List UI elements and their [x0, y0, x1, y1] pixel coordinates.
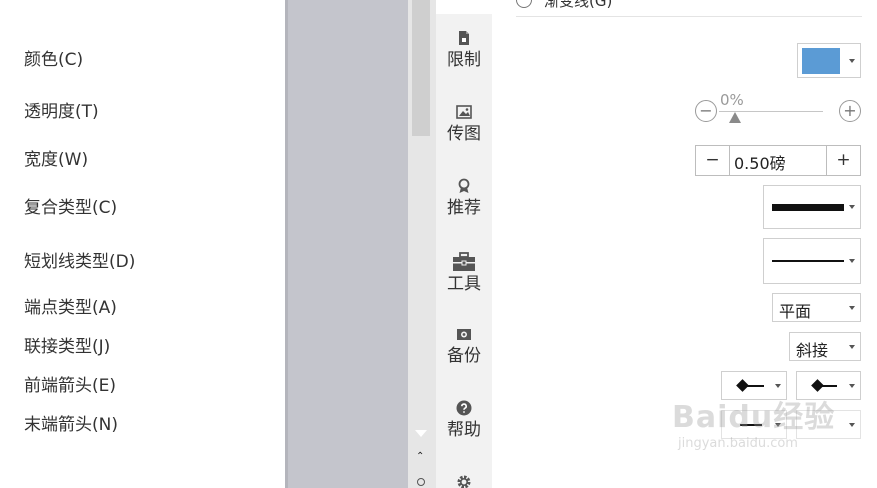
chevron-down-icon: [849, 58, 855, 63]
browse-object-icon[interactable]: [417, 478, 425, 486]
width-label: 宽度(W): [24, 150, 89, 170]
chevron-down-icon: [849, 422, 855, 427]
watermark: Baidu经验 jingyan.baidu.com: [672, 392, 835, 451]
dash-type-dropdown[interactable]: [763, 238, 861, 284]
arrow-line-preview: [742, 384, 764, 387]
tool-upload-image-label: 传图: [447, 124, 481, 144]
width-decrease-button[interactable]: −: [696, 146, 730, 175]
tool-restrict[interactable]: 限制: [436, 30, 492, 70]
tool-settings[interactable]: [436, 474, 492, 488]
scrollbar-thumb[interactable]: [412, 0, 430, 136]
tool-help[interactable]: 帮助: [436, 400, 492, 440]
tool-recommend[interactable]: 推荐: [436, 178, 492, 218]
width-value[interactable]: 0.50磅: [734, 150, 786, 174]
tool-upload-image[interactable]: 传图: [436, 104, 492, 144]
transparency-value: 0%: [720, 91, 744, 109]
chevron-down-icon: [849, 205, 855, 209]
vertical-scrollbar[interactable]: ⌃: [408, 0, 436, 488]
gear-icon: [457, 475, 471, 488]
chevron-down-icon: [849, 259, 855, 263]
chevron-down-icon: [775, 383, 781, 388]
question-icon: [456, 400, 472, 416]
color-label: 颜色(C): [24, 50, 84, 70]
begin-arrow-label: 前端箭头(E): [24, 376, 117, 396]
image-icon: [456, 105, 472, 119]
tool-help-label: 帮助: [447, 420, 481, 440]
transparency-increase-button[interactable]: +: [839, 100, 861, 122]
join-type-value: 斜接: [796, 341, 829, 360]
tool-backup-label: 备份: [447, 346, 481, 366]
dash-type-label: 短划线类型(D): [24, 252, 136, 272]
right-toolbar: 限制 传图 推荐 工具 备份 帮助: [436, 0, 492, 488]
gradient-line-radio[interactable]: [516, 0, 532, 8]
tool-tools-label: 工具: [447, 274, 481, 294]
toolbox-icon: [453, 252, 475, 271]
section-divider: [516, 16, 862, 17]
compound-type-label: 复合类型(C): [24, 198, 118, 218]
dash-line-preview: [772, 260, 844, 262]
color-swatch: [802, 48, 840, 74]
chevron-down-icon: [849, 305, 855, 310]
arrow-line-preview: [817, 384, 837, 387]
restrict-icon: [459, 31, 469, 45]
join-type-dropdown[interactable]: 斜接: [789, 332, 861, 361]
chevron-down-icon: [849, 344, 855, 349]
transparency-decrease-button[interactable]: −: [695, 100, 717, 122]
cap-type-label: 端点类型(A): [24, 298, 117, 318]
tool-tools[interactable]: 工具: [436, 252, 492, 294]
tool-recommend-label: 推荐: [447, 198, 481, 218]
end-arrow-label: 末端箭头(N): [24, 415, 118, 435]
chevron-down-icon: [849, 383, 855, 388]
document-edge: [285, 0, 288, 488]
camera-icon: [457, 329, 471, 340]
cap-type-dropdown[interactable]: 平面: [772, 293, 861, 322]
tool-restrict-label: 限制: [447, 50, 481, 70]
width-increase-button[interactable]: +: [826, 146, 860, 175]
cap-type-value: 平面: [779, 302, 812, 321]
page-up-icon[interactable]: ⌃: [416, 452, 424, 462]
watermark-logo-text: Baidu经验: [672, 400, 836, 435]
color-dropdown[interactable]: [797, 43, 861, 78]
width-stepper[interactable]: − 0.50磅 +: [695, 145, 861, 176]
award-icon: [458, 178, 470, 193]
compound-type-dropdown[interactable]: [763, 185, 861, 229]
compound-line-preview: [772, 203, 844, 211]
watermark-url: jingyan.baidu.com: [678, 436, 798, 451]
join-type-label: 联接类型(J): [24, 337, 111, 357]
active-tool-tab[interactable]: [436, 0, 492, 14]
document-margin: [285, 0, 408, 488]
gradient-line-label: 渐变线(G): [544, 0, 613, 10]
tool-backup[interactable]: 备份: [436, 326, 492, 366]
scroll-down-icon[interactable]: [415, 430, 427, 437]
app-window: ⌃ 限制 传图 推荐 工具 备份 帮助 渐变线(G) 颜色(C) 透明度(T) …: [0, 0, 877, 488]
transparency-slider-thumb[interactable]: [729, 112, 741, 123]
transparency-label: 透明度(T): [24, 102, 99, 122]
